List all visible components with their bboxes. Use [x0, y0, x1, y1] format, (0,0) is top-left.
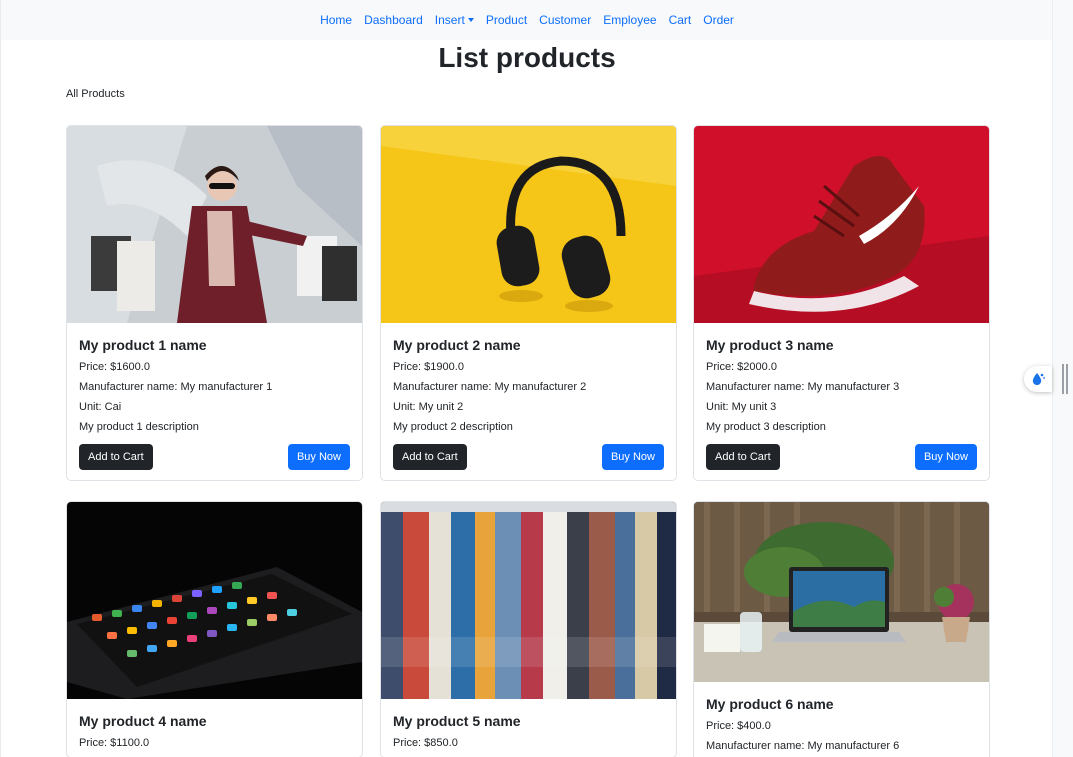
product-image-shopping-woman: [67, 126, 362, 323]
nav-cart[interactable]: Cart: [663, 13, 698, 27]
assistant-floating-button[interactable]: [1024, 366, 1052, 392]
product-unit: Unit: My unit 3: [706, 401, 777, 413]
product-image-clothes-rack: [381, 502, 676, 699]
buy-now-button[interactable]: Buy Now: [287, 444, 350, 470]
add-to-cart-button[interactable]: Add to Cart: [79, 444, 153, 470]
product-name: My product 1 name: [79, 337, 207, 353]
nav-insert-dropdown[interactable]: Insert: [429, 13, 480, 27]
resize-grip-handle[interactable]: [1062, 364, 1068, 394]
product-price: Price: $1600.0: [79, 361, 150, 373]
product-image-laptop-desk: [694, 502, 989, 682]
product-name: My product 5 name: [393, 713, 521, 729]
product-image-sneaker: [694, 126, 989, 323]
product-card: My product 5 name Price: $850.0: [380, 501, 677, 757]
product-name: My product 2 name: [393, 337, 521, 353]
navbar: Home Dashboard Insert Product Customer E…: [1, 0, 1053, 40]
caret-down-icon: [467, 18, 474, 22]
product-image-smartphone: [67, 502, 362, 699]
product-unit: Unit: Cai: [79, 401, 122, 413]
add-to-cart-button[interactable]: Add to Cart: [393, 444, 467, 470]
page: Home Dashboard Insert Product Customer E…: [0, 0, 1053, 757]
nav-product[interactable]: Product: [480, 13, 533, 27]
nav-home[interactable]: Home: [314, 13, 358, 27]
product-manufacturer: Manufacturer name: My manufacturer 2: [393, 381, 587, 393]
product-price: Price: $1900.0: [393, 361, 464, 373]
product-card: My product 2 name Price: $1900.0 Manufac…: [380, 125, 677, 481]
product-name: My product 4 name: [79, 713, 207, 729]
nav-insert-label: Insert: [434, 13, 465, 27]
product-manufacturer: Manufacturer name: My manufacturer 3: [706, 381, 900, 393]
product-price: Price: $1100.0: [79, 737, 150, 749]
nav-employee[interactable]: Employee: [597, 13, 662, 27]
add-to-cart-button[interactable]: Add to Cart: [706, 444, 780, 470]
product-unit: Unit: My unit 2: [393, 401, 464, 413]
product-name: My product 3 name: [706, 337, 834, 353]
nav-customer[interactable]: Customer: [533, 13, 597, 27]
product-description: My product 1 description: [79, 421, 199, 433]
product-manufacturer: Manufacturer name: My manufacturer 1: [79, 381, 273, 393]
page-subtitle: All Products: [66, 88, 125, 100]
product-card: My product 6 name Price: $400.0 Manufact…: [693, 501, 990, 757]
product-description: My product 3 description: [706, 421, 826, 433]
product-description: My product 2 description: [393, 421, 513, 433]
product-card: My product 4 name Price: $1100.0: [66, 501, 363, 757]
nav-order[interactable]: Order: [697, 13, 740, 27]
product-image-headphones: [381, 126, 676, 323]
product-price: Price: $850.0: [393, 737, 458, 749]
product-card: My product 3 name Price: $2000.0 Manufac…: [693, 125, 990, 481]
nav-dashboard[interactable]: Dashboard: [358, 13, 429, 27]
product-name: My product 6 name: [706, 696, 834, 712]
product-card: My product 1 name Price: $1600.0 Manufac…: [66, 125, 363, 481]
product-manufacturer: Manufacturer name: My manufacturer 6: [706, 740, 900, 752]
product-price: Price: $400.0: [706, 720, 771, 732]
buy-now-button[interactable]: Buy Now: [601, 444, 664, 470]
page-title: List products: [438, 42, 616, 73]
product-price: Price: $2000.0: [706, 361, 777, 373]
water-drop-icon: [1032, 373, 1045, 385]
buy-now-button[interactable]: Buy Now: [914, 444, 977, 470]
